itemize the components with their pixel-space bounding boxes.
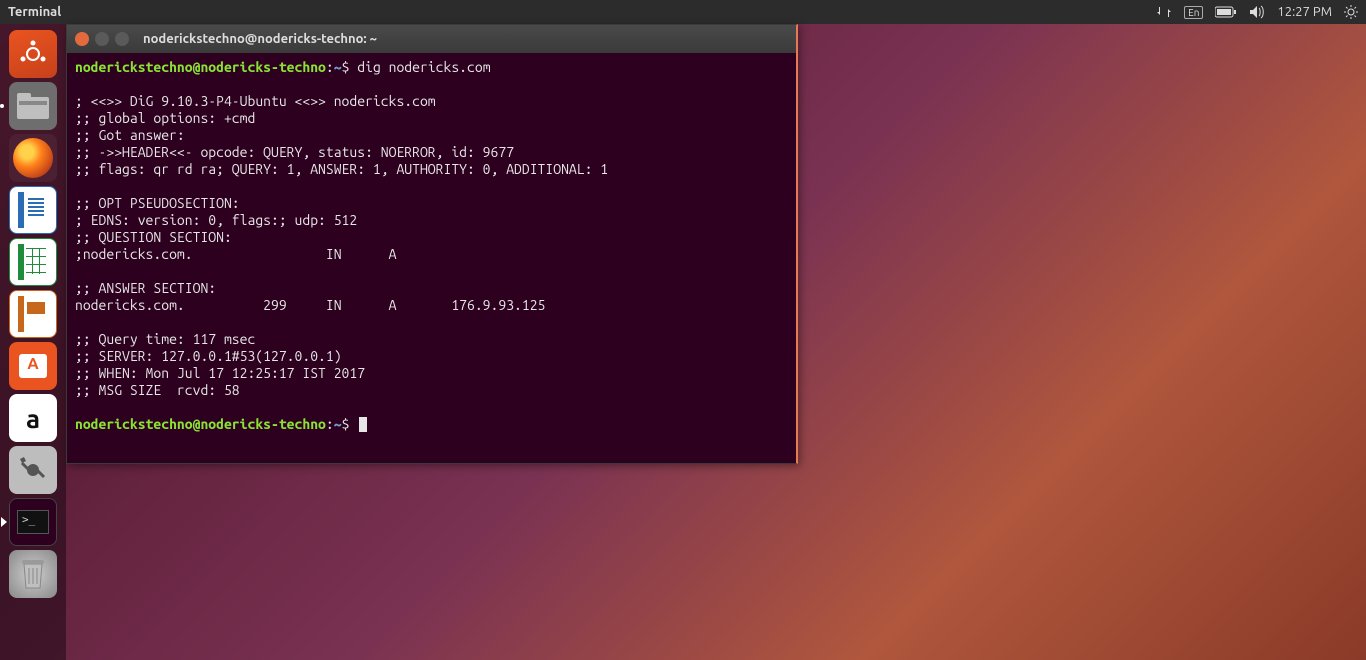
terminal-window: noderickstechno@nodericks-techno: ~ node… <box>66 24 798 464</box>
launcher-firefox[interactable] <box>9 134 57 182</box>
launcher-libreoffice-writer[interactable] <box>9 186 57 234</box>
prompt-command: dig nodericks.com <box>357 59 490 75</box>
prompt-symbol: $ <box>342 59 350 75</box>
launcher-ubuntu-software[interactable] <box>9 342 57 390</box>
prompt-user-host: noderickstechno@nodericks-techno <box>75 59 326 75</box>
launcher-system-settings[interactable] <box>9 446 57 494</box>
terminal-output: ; <<>> DiG 9.10.3-P4-Ubuntu <<>> noderic… <box>75 93 608 398</box>
terminal-body[interactable]: noderickstechno@nodericks-techno:~$ dig … <box>67 53 796 439</box>
launcher-terminal[interactable] <box>9 498 57 546</box>
window-maximize-button[interactable] <box>115 32 129 46</box>
launcher-trash[interactable] <box>9 550 57 598</box>
launcher-amazon[interactable]: a <box>9 394 57 442</box>
cursor <box>359 417 367 432</box>
terminal-title: noderickstechno@nodericks-techno: ~ <box>143 32 377 46</box>
battery-icon[interactable] <box>1215 6 1237 18</box>
unity-launcher: a <box>0 24 66 660</box>
volume-icon[interactable] <box>1249 5 1265 19</box>
clock[interactable]: 12:27 PM <box>1277 5 1332 19</box>
session-gear-icon[interactable] <box>1344 5 1358 19</box>
system-indicators: En 12:27 PM <box>1156 5 1358 19</box>
launcher-files[interactable] <box>9 82 57 130</box>
prompt-sep: : <box>326 59 334 75</box>
window-minimize-button[interactable] <box>95 32 109 46</box>
prompt-path: ~ <box>334 59 342 75</box>
network-icon[interactable] <box>1156 5 1172 19</box>
active-app-title: Terminal <box>8 5 61 19</box>
launcher-libreoffice-calc[interactable] <box>9 238 57 286</box>
top-menubar: Terminal En 12:27 PM <box>0 0 1366 24</box>
launcher-libreoffice-impress[interactable] <box>9 290 57 338</box>
prompt2-user-host: noderickstechno@nodericks-techno <box>75 416 326 432</box>
launcher-dash[interactable] <box>9 30 57 78</box>
keyboard-layout-indicator[interactable]: En <box>1184 6 1203 19</box>
window-close-button[interactable] <box>75 32 89 46</box>
terminal-titlebar[interactable]: noderickstechno@nodericks-techno: ~ <box>67 25 796 53</box>
